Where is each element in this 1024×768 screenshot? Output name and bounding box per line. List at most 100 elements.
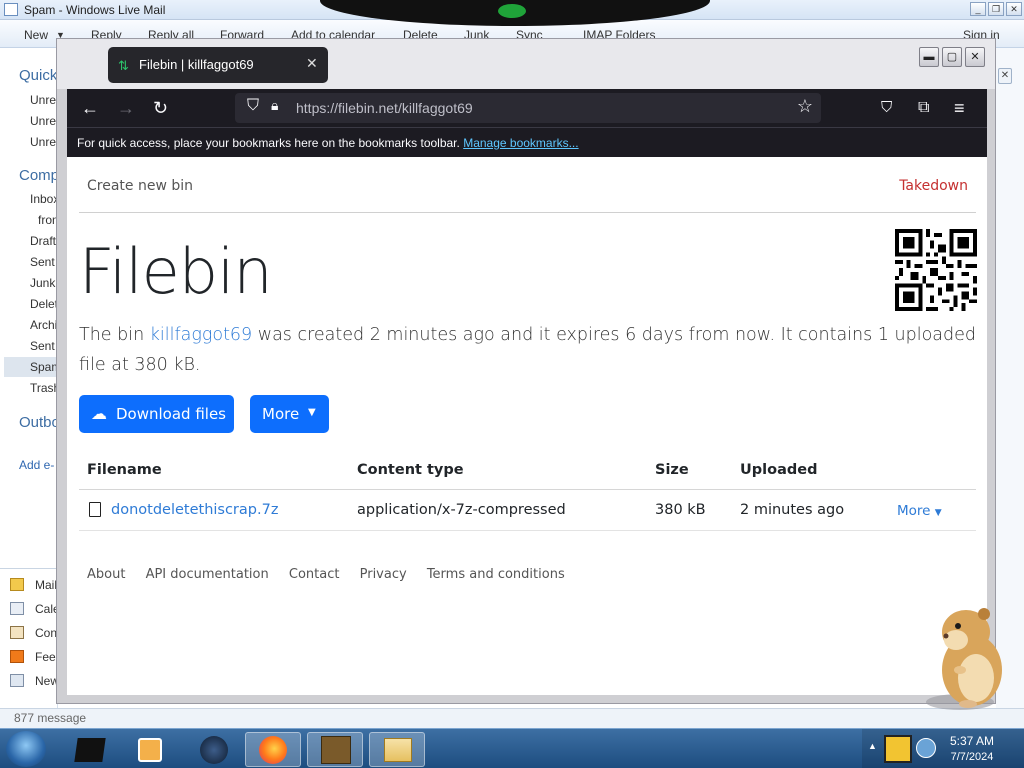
- bookmark-star-icon[interactable]: ☆: [797, 96, 813, 117]
- folder-sent[interactable]: Sent: [30, 255, 55, 269]
- outbox-heading[interactable]: Outbo: [19, 414, 57, 431]
- pocket-icon[interactable]: ⛉: [881, 96, 892, 120]
- folder-spam[interactable]: Spam: [30, 360, 57, 374]
- tracking-shield-icon[interactable]: ⛉: [247, 97, 259, 115]
- taskbar-firefox[interactable]: [245, 732, 301, 767]
- folder-item[interactable]: Unrea: [30, 93, 57, 107]
- table-row-divider: [79, 530, 976, 531]
- wlm-app-icon: [4, 3, 18, 16]
- table-header-divider: [79, 489, 976, 490]
- feed-icon: [10, 650, 24, 663]
- webcam-led: [498, 4, 526, 18]
- folder-junk[interactable]: Junk: [30, 276, 55, 290]
- tab-close-icon[interactable]: ✕: [306, 55, 318, 72]
- column-header-uploaded: Uploaded: [740, 462, 818, 478]
- start-orb-button[interactable]: [6, 731, 46, 767]
- extensions-icon[interactable]: ⧉: [918, 96, 929, 120]
- folder-subitem[interactable]: from: [38, 213, 57, 227]
- nav-mail[interactable]: Mail: [35, 578, 57, 592]
- forward-icon[interactable]: →: [117, 96, 135, 120]
- divider: [0, 568, 57, 569]
- url-bar[interactable]: ⛉ 🔒︎ https://filebin.net/killfaggot69 ☆: [235, 93, 821, 123]
- taskbar-app-2[interactable]: [122, 732, 178, 767]
- url-text[interactable]: https://filebin.net/killfaggot69: [296, 100, 473, 116]
- caret-down-icon: ▼: [934, 508, 942, 518]
- taskbar-bonzi[interactable]: [307, 732, 363, 767]
- download-files-button[interactable]: ☁ Download files: [79, 395, 234, 433]
- create-new-bin-link[interactable]: Create new bin: [87, 178, 193, 194]
- qr-code: [895, 229, 977, 311]
- folder-trash[interactable]: Trash: [30, 381, 57, 395]
- footer-api-link[interactable]: API documentation: [146, 567, 269, 582]
- bin-name-link[interactable]: killfaggot69: [150, 325, 252, 345]
- reload-icon[interactable]: ↻: [153, 96, 168, 120]
- nav-contacts[interactable]: Con: [35, 626, 57, 640]
- firefox-window: ⇅ Filebin | killfaggot69 ✕ ▬ ▢ ✕ ← → ↻ ⛉…: [56, 38, 996, 704]
- back-icon[interactable]: ←: [81, 96, 99, 120]
- footer-privacy-link[interactable]: Privacy: [360, 567, 407, 582]
- row-more-dropdown[interactable]: More ▼: [897, 503, 942, 519]
- wlm-title: Spam - Windows Live Mail: [24, 3, 166, 17]
- bookmarks-message: For quick access, place your bookmarks h…: [77, 136, 579, 150]
- footer-about-link[interactable]: About: [87, 567, 125, 582]
- network-icon[interactable]: [916, 738, 936, 758]
- folder-item[interactable]: Unrea: [30, 114, 57, 128]
- folder-deleted[interactable]: Delet: [30, 297, 57, 311]
- footer-contact-link[interactable]: Contact: [289, 567, 340, 582]
- add-account-link[interactable]: Add e-: [19, 458, 54, 472]
- tray-expand-icon[interactable]: ▲: [868, 741, 877, 751]
- taskbar-app-1[interactable]: [62, 732, 118, 767]
- minimize-icon[interactable]: _: [970, 2, 986, 16]
- navigation-toolbar: ← → ↻ ⛉ 🔒︎ https://filebin.net/killfaggo…: [67, 89, 987, 127]
- page-title: Filebin: [79, 235, 273, 308]
- browser-tab-active[interactable]: ⇅ Filebin | killfaggot69 ✕: [108, 47, 328, 83]
- clock-time[interactable]: 5:37 AM: [942, 734, 1002, 748]
- nav-newsgroups[interactable]: New: [35, 674, 57, 688]
- close-icon[interactable]: ✕: [965, 47, 985, 67]
- close-pane-icon[interactable]: ✕: [998, 68, 1012, 84]
- message-count: 877 message: [14, 711, 87, 725]
- cloud-download-icon: ☁: [91, 404, 107, 423]
- minimize-icon[interactable]: ▬: [919, 47, 939, 67]
- nav-calendar[interactable]: Cale: [35, 602, 57, 616]
- ribbon-new-button[interactable]: New: [24, 28, 48, 42]
- close-icon[interactable]: ✕: [1006, 2, 1022, 16]
- folder-sent-2[interactable]: Sent: [30, 339, 55, 353]
- maximize-icon[interactable]: ▢: [942, 47, 962, 67]
- live-mail-icon: [384, 738, 412, 762]
- system-tray: ▲ 5:37 AM 7/7/2024: [862, 729, 1024, 768]
- file-size: 380 kB: [655, 502, 706, 518]
- globe-icon: [200, 736, 228, 764]
- manage-bookmarks-link[interactable]: Manage bookmarks...: [463, 136, 578, 150]
- calendar-icon: [10, 602, 24, 615]
- restore-icon[interactable]: ❐: [988, 2, 1004, 16]
- filebin-page: Create new bin Takedown Filebin The bin …: [67, 157, 987, 695]
- quick-views-heading[interactable]: Quick: [19, 67, 57, 84]
- menu-icon[interactable]: ≡: [954, 96, 965, 120]
- newsgroups-icon: [10, 674, 24, 687]
- column-header-size: Size: [655, 462, 689, 478]
- nav-feeds[interactable]: Feed: [35, 650, 57, 664]
- wlm-folder-pane: Quick Unrea Unrea Unrea Comp Inbox from …: [0, 48, 58, 708]
- box-app-icon: [321, 736, 351, 764]
- hamster-desktop-pet[interactable]: [920, 600, 1010, 712]
- file-content-type: application/x-7z-compressed: [357, 502, 566, 518]
- lock-icon[interactable]: 🔒︎: [271, 97, 278, 114]
- folder-archive[interactable]: Archi: [30, 318, 57, 332]
- clock-date[interactable]: 7/7/2024: [942, 751, 1002, 763]
- folder-item[interactable]: Unrea: [30, 135, 57, 149]
- account-heading[interactable]: Comp: [19, 167, 57, 184]
- contacts-icon: [10, 626, 24, 639]
- more-dropdown-button[interactable]: More ▼: [250, 395, 329, 433]
- file-icon: [89, 502, 101, 517]
- takedown-link[interactable]: Takedown: [899, 178, 968, 194]
- taskbar-live-mail[interactable]: [369, 732, 425, 767]
- footer-terms-link[interactable]: Terms and conditions: [427, 567, 565, 582]
- file-name-link[interactable]: donotdeletethiscrap.7z: [111, 502, 278, 518]
- taskbar-app-3[interactable]: [186, 732, 242, 767]
- tray-app-icon[interactable]: [884, 735, 912, 763]
- folder-inbox[interactable]: Inbox: [30, 192, 57, 206]
- media-player-icon: [138, 738, 162, 762]
- wlm-status-bar: 877 message: [0, 708, 1024, 728]
- folder-drafts[interactable]: Draft: [30, 234, 56, 248]
